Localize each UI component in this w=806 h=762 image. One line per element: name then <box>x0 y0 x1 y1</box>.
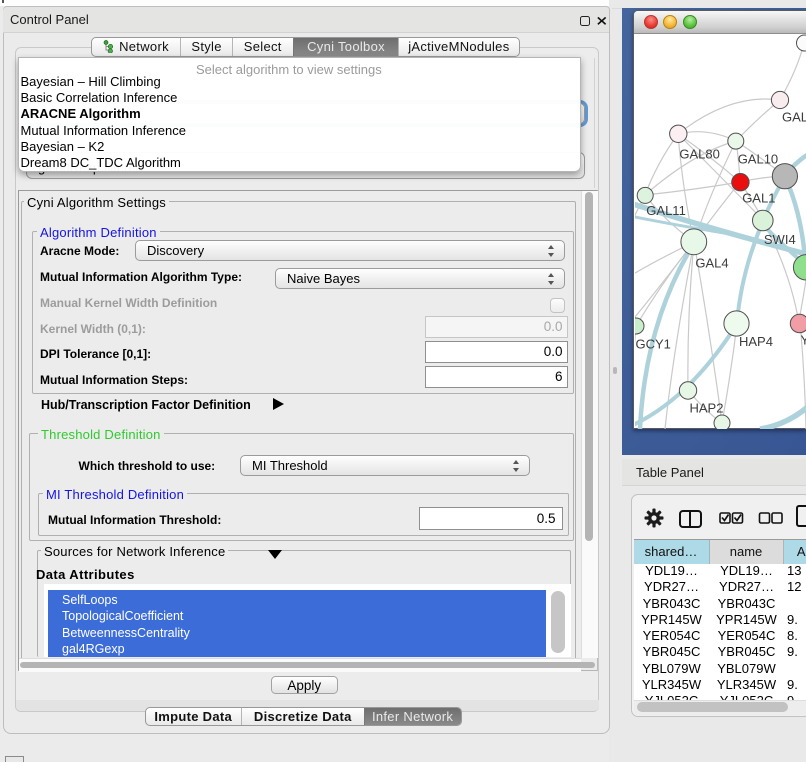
svg-text:GAL11: GAL11 <box>646 202 686 217</box>
svg-text:GAL10: GAL10 <box>737 151 777 166</box>
svg-text:GCY1: GCY1 <box>635 336 670 351</box>
svg-text:Y: Y <box>800 332 806 347</box>
svg-text:GAL80: GAL80 <box>679 146 719 161</box>
svg-text:HAP2: HAP2 <box>689 400 723 415</box>
svg-text:GAL: GAL <box>782 109 806 124</box>
svg-text:GAL4: GAL4 <box>695 255 728 270</box>
svg-text:SWI4: SWI4 <box>763 231 795 246</box>
svg-text:HAP4: HAP4 <box>739 334 773 349</box>
svg-text:GAL1: GAL1 <box>742 190 775 205</box>
